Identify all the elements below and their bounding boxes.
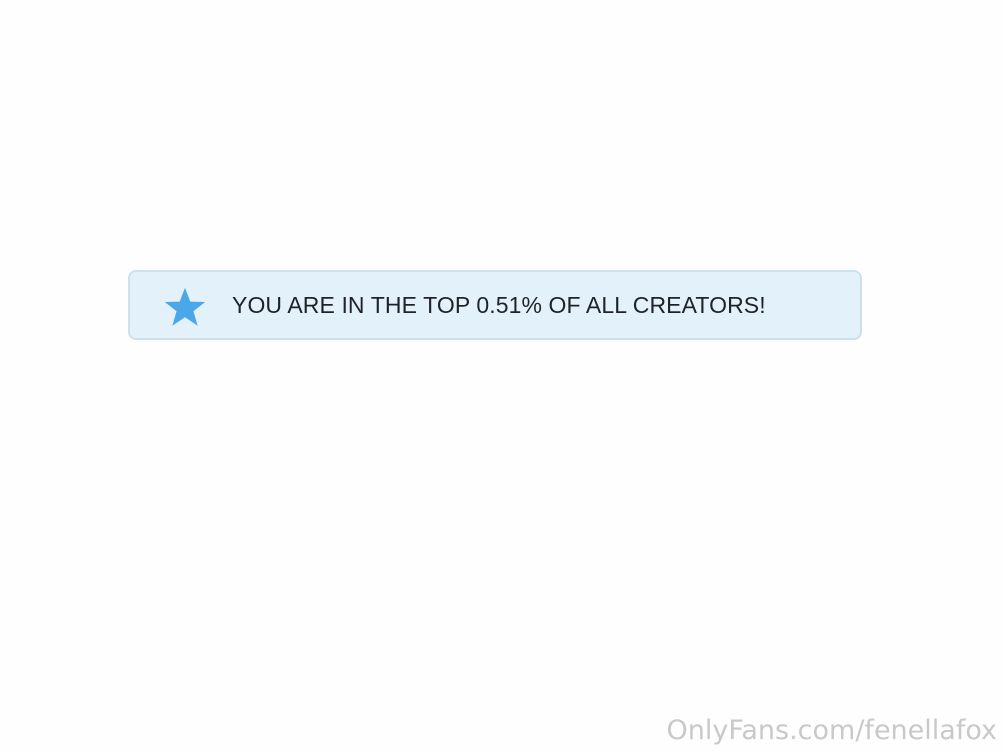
star-icon [163,285,207,329]
banner-message: YOU ARE IN THE TOP 0.51% OF ALL CREATORS… [232,291,766,318]
top-creator-banner: YOU ARE IN THE TOP 0.51% OF ALL CREATORS… [128,270,862,340]
watermark: OnlyFans.com/fenellafox [666,715,997,746]
